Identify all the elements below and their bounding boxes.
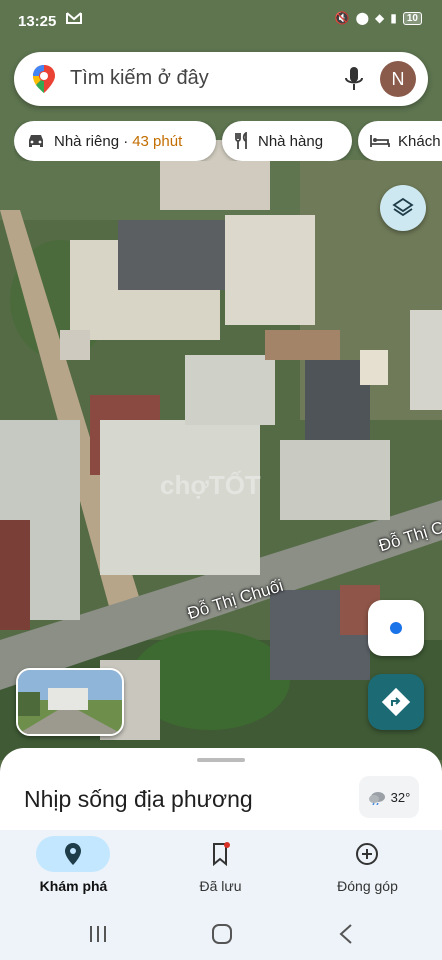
chip-hotels[interactable]: Khách	[358, 121, 442, 161]
location-icon: ⬤	[355, 11, 370, 25]
temperature: 32°	[390, 789, 411, 805]
status-icons: 🔇 ⬤ ◆ ▮ 10	[335, 11, 422, 25]
nav-label: Đóng góp	[337, 878, 398, 894]
layers-button[interactable]	[380, 185, 426, 231]
chip-restaurants[interactable]: Nhà hàng	[222, 121, 352, 161]
street-view-image	[18, 670, 122, 734]
search-input[interactable]: Tìm kiếm ở đây	[70, 67, 209, 90]
sheet-title: Nhịp sống địa phương	[24, 786, 253, 812]
wifi-icon: ◆	[375, 11, 385, 25]
bottom-navigation: Khám phá Đã lưu Đóng góp	[0, 830, 442, 910]
chip-label: Nhà hàng	[258, 132, 324, 150]
my-location-button[interactable]	[368, 600, 424, 656]
status-bar: 13:25 🔇 ⬤ ◆ ▮ 10	[0, 0, 442, 44]
hotel-icon	[370, 135, 390, 147]
signal-icon: ▮	[390, 11, 397, 25]
chip-home[interactable]: Nhà riêng · 43 phút	[14, 121, 216, 161]
cloudy-icon	[368, 792, 385, 805]
weather-badge[interactable]: 32°	[359, 776, 419, 818]
microphone-icon[interactable]	[344, 66, 364, 97]
directions-button[interactable]	[368, 674, 424, 730]
status-time: 13:25	[18, 13, 57, 30]
nav-contribute[interactable]: Đóng góp	[294, 830, 441, 910]
directions-icon	[382, 688, 410, 716]
chip-label: Nhà riêng ·	[54, 132, 129, 150]
battery-icon: 10	[402, 11, 422, 25]
recents-icon[interactable]	[88, 924, 108, 949]
nav-label: Khám phá	[39, 878, 108, 894]
mute-icon: 🔇	[334, 11, 350, 25]
sheet-drag-handle[interactable]	[197, 758, 245, 762]
car-icon	[29, 135, 43, 147]
nav-label: Đã lưu	[199, 878, 242, 894]
street-view-thumbnail[interactable]	[16, 668, 124, 736]
search-bar[interactable]: Tìm kiếm ở đây N	[14, 52, 428, 106]
chip-eta: 43 phút	[132, 132, 183, 150]
nav-saved[interactable]: Đã lưu	[147, 830, 294, 910]
bookmark-icon	[183, 836, 257, 872]
location-dot-icon	[390, 622, 402, 634]
restaurant-icon	[235, 132, 247, 149]
watermark: chợTỐT	[160, 470, 261, 500]
explore-sheet[interactable]: Nhịp sống địa phương 32°	[0, 748, 442, 838]
avatar[interactable]: N	[380, 61, 416, 97]
back-icon[interactable]	[338, 923, 354, 950]
system-navigation-bar	[0, 910, 442, 960]
mail-icon	[66, 11, 82, 29]
layers-icon	[392, 197, 414, 217]
category-chips: Nhà riêng · 43 phút Nhà hàng Khách	[14, 121, 442, 161]
nav-explore[interactable]: Khám phá	[0, 830, 147, 910]
maps-logo-icon	[32, 64, 56, 99]
chip-label: Khách	[398, 132, 441, 150]
add-circle-icon	[330, 836, 404, 872]
explore-pin-icon	[36, 836, 110, 872]
home-icon[interactable]	[211, 923, 233, 950]
